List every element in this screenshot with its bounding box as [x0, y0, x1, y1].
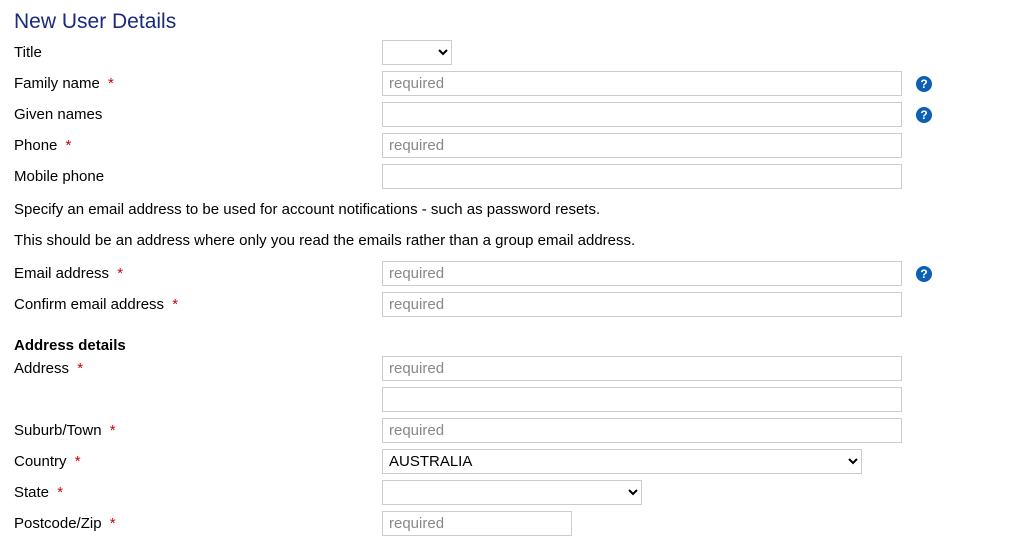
- row-email: Email address * ?: [14, 261, 1010, 286]
- row-title: Title: [14, 40, 1010, 65]
- label-mobile-phone: Mobile phone: [14, 168, 382, 185]
- family-name-input[interactable]: [382, 71, 902, 96]
- title-select[interactable]: [382, 40, 452, 65]
- label-state: State *: [14, 484, 382, 501]
- given-names-input[interactable]: [382, 102, 902, 127]
- label-phone: Phone *: [14, 137, 382, 154]
- help-icon[interactable]: ?: [916, 107, 932, 123]
- row-given-names: Given names ?: [14, 102, 1010, 127]
- mobile-phone-input[interactable]: [382, 164, 902, 189]
- row-address-line2: [14, 387, 1010, 412]
- label-family-name: Family name *: [14, 75, 382, 92]
- suburb-input[interactable]: [382, 418, 902, 443]
- state-select[interactable]: [382, 480, 642, 505]
- label-country-text: Country: [14, 453, 67, 470]
- row-country: Country * AUSTRALIA: [14, 449, 1010, 474]
- help-icon[interactable]: ?: [916, 76, 932, 92]
- address-line2-input[interactable]: [382, 387, 902, 412]
- row-phone: Phone *: [14, 133, 1010, 158]
- label-suburb-text: Suburb/Town: [14, 422, 102, 439]
- required-marker: *: [117, 265, 123, 282]
- label-confirm-email: Confirm email address *: [14, 296, 382, 313]
- required-marker: *: [110, 515, 116, 532]
- confirm-email-input[interactable]: [382, 292, 902, 317]
- row-mobile-phone: Mobile phone: [14, 164, 1010, 189]
- label-confirm-email-text: Confirm email address: [14, 296, 164, 313]
- row-state: State *: [14, 480, 1010, 505]
- country-select[interactable]: AUSTRALIA: [382, 449, 862, 474]
- row-confirm-email: Confirm email address *: [14, 292, 1010, 317]
- info-text-2: This should be an address where only you…: [14, 230, 1010, 251]
- label-suburb: Suburb/Town *: [14, 422, 382, 439]
- label-title: Title: [14, 44, 382, 61]
- label-postcode-text: Postcode/Zip: [14, 515, 102, 532]
- address-line1-input[interactable]: [382, 356, 902, 381]
- row-suburb: Suburb/Town *: [14, 418, 1010, 443]
- label-given-names: Given names: [14, 106, 382, 123]
- required-marker: *: [66, 137, 72, 154]
- label-phone-text: Phone: [14, 137, 57, 154]
- label-address: Address *: [14, 360, 382, 377]
- required-marker: *: [75, 453, 81, 470]
- row-address-heading-and-line1: Address details Address *: [14, 337, 1010, 381]
- help-icon[interactable]: ?: [916, 266, 932, 282]
- address-details-subheading: Address details: [14, 337, 1010, 354]
- label-country: Country *: [14, 453, 382, 470]
- label-postcode: Postcode/Zip *: [14, 515, 382, 532]
- info-text-1: Specify an email address to be used for …: [14, 199, 1010, 220]
- row-family-name: Family name * ?: [14, 71, 1010, 96]
- label-address-text: Address: [14, 360, 69, 377]
- required-marker: *: [57, 484, 63, 501]
- required-marker: *: [108, 75, 114, 92]
- postcode-input[interactable]: [382, 511, 572, 536]
- label-state-text: State: [14, 484, 49, 501]
- required-marker: *: [110, 422, 116, 439]
- phone-input[interactable]: [382, 133, 902, 158]
- required-marker: *: [172, 296, 178, 313]
- label-email: Email address *: [14, 265, 382, 282]
- page-title: New User Details: [14, 10, 1010, 34]
- row-postcode: Postcode/Zip *: [14, 511, 1010, 536]
- label-family-name-text: Family name: [14, 75, 100, 92]
- label-email-text: Email address: [14, 265, 109, 282]
- email-input[interactable]: [382, 261, 902, 286]
- required-marker: *: [77, 360, 83, 377]
